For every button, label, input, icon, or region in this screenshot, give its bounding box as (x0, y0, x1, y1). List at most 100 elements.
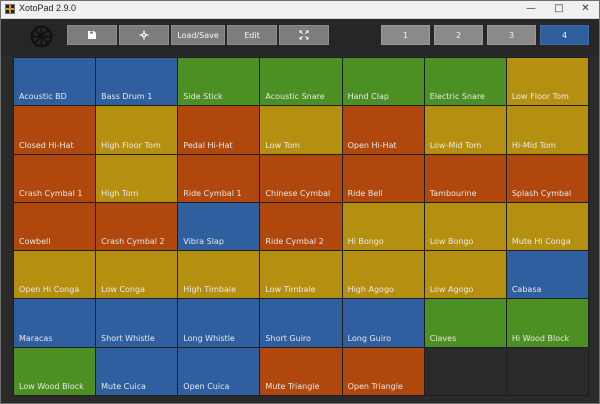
pad-label: Low Floor Tom (511, 92, 569, 102)
expand-icon (299, 30, 309, 40)
pad-label: Closed Hi-Hat (19, 140, 74, 150)
pad-label: Hi Bongo (347, 237, 384, 247)
pad-low-tom[interactable]: Low Tom (260, 106, 342, 154)
pad-label: Long Guiro (347, 333, 391, 343)
pad-empty (506, 347, 588, 395)
maximize-button[interactable]: □ (545, 1, 573, 17)
pad-tambourine[interactable]: Tambourine (424, 154, 506, 202)
pad-mute-triangle[interactable]: Mute Triangle (260, 347, 342, 395)
pad-high-timbale[interactable]: High Timbale (178, 251, 260, 299)
pad-label: Low-Mid Tom (429, 140, 482, 150)
pad-low-conga[interactable]: Low Conga (96, 251, 178, 299)
pad-short-guiro[interactable]: Short Guiro (260, 299, 342, 347)
save-button[interactable] (67, 25, 117, 45)
pad-pedal-hi-hat[interactable]: Pedal Hi-Hat (178, 106, 260, 154)
settings-button[interactable] (119, 25, 169, 45)
pad-low-timbale[interactable]: Low Timbale (260, 251, 342, 299)
pad-label: Ride Cymbal 1 (183, 188, 242, 198)
close-button[interactable]: ✕ (572, 1, 599, 17)
pad-label: Chinese Cymbal (265, 188, 331, 198)
bank-button-2[interactable]: 2 (434, 25, 483, 45)
pad-label: Side Stick (183, 92, 223, 102)
pad-label: Crash Cymbal 1 (19, 188, 83, 198)
pad-acoustic-snare[interactable]: Acoustic Snare (260, 58, 342, 106)
load-save-button[interactable]: Load/Save (171, 25, 225, 45)
pad-cowbell[interactable]: Cowbell (14, 202, 96, 251)
pad-bass-drum-1[interactable]: Bass Drum 1 (96, 58, 178, 106)
window-title: XotoPad 2.9.0 (19, 3, 77, 13)
edit-button[interactable]: Edit (227, 25, 277, 45)
pad-low-floor-tom[interactable]: Low Floor Tom (506, 58, 588, 106)
pad-label: Vibra Slap (183, 237, 224, 247)
pad-label: Acoustic Snare (265, 92, 325, 102)
pad-hi-wood-block[interactable]: Hi Wood Block (506, 299, 588, 347)
pad-label: Maracas (19, 333, 53, 343)
pad-crash-cymbal-2[interactable]: Crash Cymbal 2 (96, 202, 178, 251)
pad-high-floor-tom[interactable]: High Floor Tom (96, 106, 178, 154)
pad-label: Pedal Hi-Hat (183, 140, 233, 150)
pad-label: Mute Triangle (265, 381, 320, 391)
pad-label: Low Wood Block (19, 381, 84, 391)
pad-maracas[interactable]: Maracas (14, 299, 96, 347)
pad-short-whistle[interactable]: Short Whistle (96, 299, 178, 347)
pad-open-cuica[interactable]: Open Cuica (178, 347, 260, 395)
pad-empty (424, 347, 506, 395)
pad-label: Bass Drum 1 (101, 92, 153, 102)
pad-low-agogo[interactable]: Low Agogo (424, 251, 506, 299)
pad-label: Mute Hi Conga (511, 237, 571, 247)
bank-button-4[interactable]: 4 (540, 25, 589, 45)
pad-ride-cymbal-2[interactable]: Ride Cymbal 2 (260, 202, 342, 251)
pad-ride-bell[interactable]: Ride Bell (342, 154, 424, 202)
pad-mute-cuica[interactable]: Mute Cuica (96, 347, 178, 395)
pad-electric-snare[interactable]: Electric Snare (424, 58, 506, 106)
pad-label: Claves (429, 333, 457, 343)
pad-hi-bongo[interactable]: Hi Bongo (342, 202, 424, 251)
pad-label: Open Hi Conga (19, 285, 80, 295)
pad-long-guiro[interactable]: Long Guiro (342, 299, 424, 347)
pad-acoustic-bd[interactable]: Acoustic BD (14, 58, 96, 106)
pad-low-mid-tom[interactable]: Low-Mid Tom (424, 106, 506, 154)
pad-low-wood-block[interactable]: Low Wood Block (14, 347, 96, 395)
pad-closed-hi-hat[interactable]: Closed Hi-Hat (14, 106, 96, 154)
pad-high-agogo[interactable]: High Agogo (342, 251, 424, 299)
pad-mute-hi-conga[interactable]: Mute Hi Conga (506, 202, 588, 251)
save-icon (88, 31, 96, 39)
app-icon (5, 4, 15, 14)
pad-hi-mid-tom[interactable]: Hi-Mid Tom (506, 106, 588, 154)
pad-grid: Acoustic BD Bass Drum 1 Side Stick Acoustic… (13, 57, 589, 396)
bank-button-1[interactable]: 1 (381, 25, 430, 45)
pad-label: Open Triangle (347, 381, 403, 391)
pad-chinese-cymbal[interactable]: Chinese Cymbal (260, 154, 342, 202)
pad-label: High Floor Tom (101, 140, 161, 150)
pad-label: Mute Cuica (101, 381, 146, 391)
pad-hand-clap[interactable]: Hand Clap (342, 58, 424, 106)
pad-splash-cymbal[interactable]: Splash Cymbal (506, 154, 588, 202)
pad-side-stick[interactable]: Side Stick (178, 58, 260, 106)
pad-open-triangle[interactable]: Open Triangle (342, 347, 424, 395)
pad-label: Hi Wood Block (511, 333, 570, 343)
pad-high-tom[interactable]: High Tom (96, 154, 178, 202)
pad-label: Low Bongo (429, 237, 474, 247)
pad-cabasa[interactable]: Cabasa (506, 251, 588, 299)
pad-label: Acoustic BD (19, 92, 67, 102)
toolbar: Load/Save Edit 1 2 3 4 (1, 19, 599, 56)
pad-low-bongo[interactable]: Low Bongo (424, 202, 506, 251)
pad-label: High Tom (101, 188, 139, 198)
pad-crash-cymbal-1[interactable]: Crash Cymbal 1 (14, 154, 96, 202)
pad-claves[interactable]: Claves (424, 299, 506, 347)
pad-vibra-slap[interactable]: Vibra Slap (178, 202, 260, 251)
pad-label: High Timbale (183, 285, 236, 295)
bank-button-3[interactable]: 3 (487, 25, 536, 45)
pad-label: Low Timbale (265, 285, 316, 295)
pad-open-hi-conga[interactable]: Open Hi Conga (14, 251, 96, 299)
pad-label: Short Guiro (265, 333, 311, 343)
minimize-button[interactable]: — (517, 1, 545, 17)
pad-label: Hi-Mid Tom (511, 140, 556, 150)
pad-long-whistle[interactable]: Long Whistle (178, 299, 260, 347)
pad-ride-cymbal-1[interactable]: Ride Cymbal 1 (178, 154, 260, 202)
fullscreen-button[interactable] (279, 25, 329, 45)
pad-label: Open Cuica (183, 381, 230, 391)
pad-open-hi-hat[interactable]: Open Hi-Hat (342, 106, 424, 154)
pad-label: High Agogo (347, 285, 394, 295)
pad-label: Short Whistle (101, 333, 155, 343)
